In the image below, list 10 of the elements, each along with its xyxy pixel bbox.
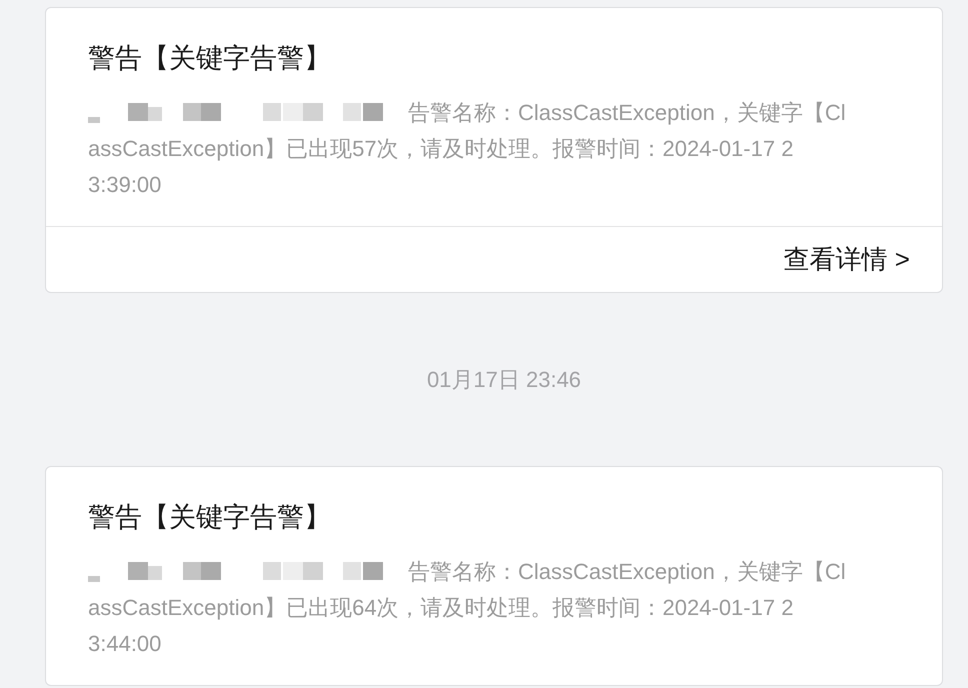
message-text: assCastException】已出现57次，请及时处理。报警时间：2024-01-17 2 (88, 134, 794, 163)
view-details-link[interactable]: 查看详情 > (784, 240, 910, 279)
message-text: 3:39:00 (88, 170, 162, 198)
message-timestamp: 01月17日 23:46 (426, 366, 582, 394)
card-title: 警告【关键字告警】 (87, 501, 332, 534)
message-text: 告警名称：ClassCastException，关键字【Cl (408, 558, 846, 586)
card-title: 警告【关键字告警】 (87, 42, 332, 75)
message-text: 告警名称：ClassCastException，关键字【Cl (408, 98, 846, 127)
message-text: assCastException】已出现64次，请及时处理。报警时间：2024-01-17 2 (88, 594, 794, 622)
message-text: 3:44:00 (88, 630, 162, 658)
